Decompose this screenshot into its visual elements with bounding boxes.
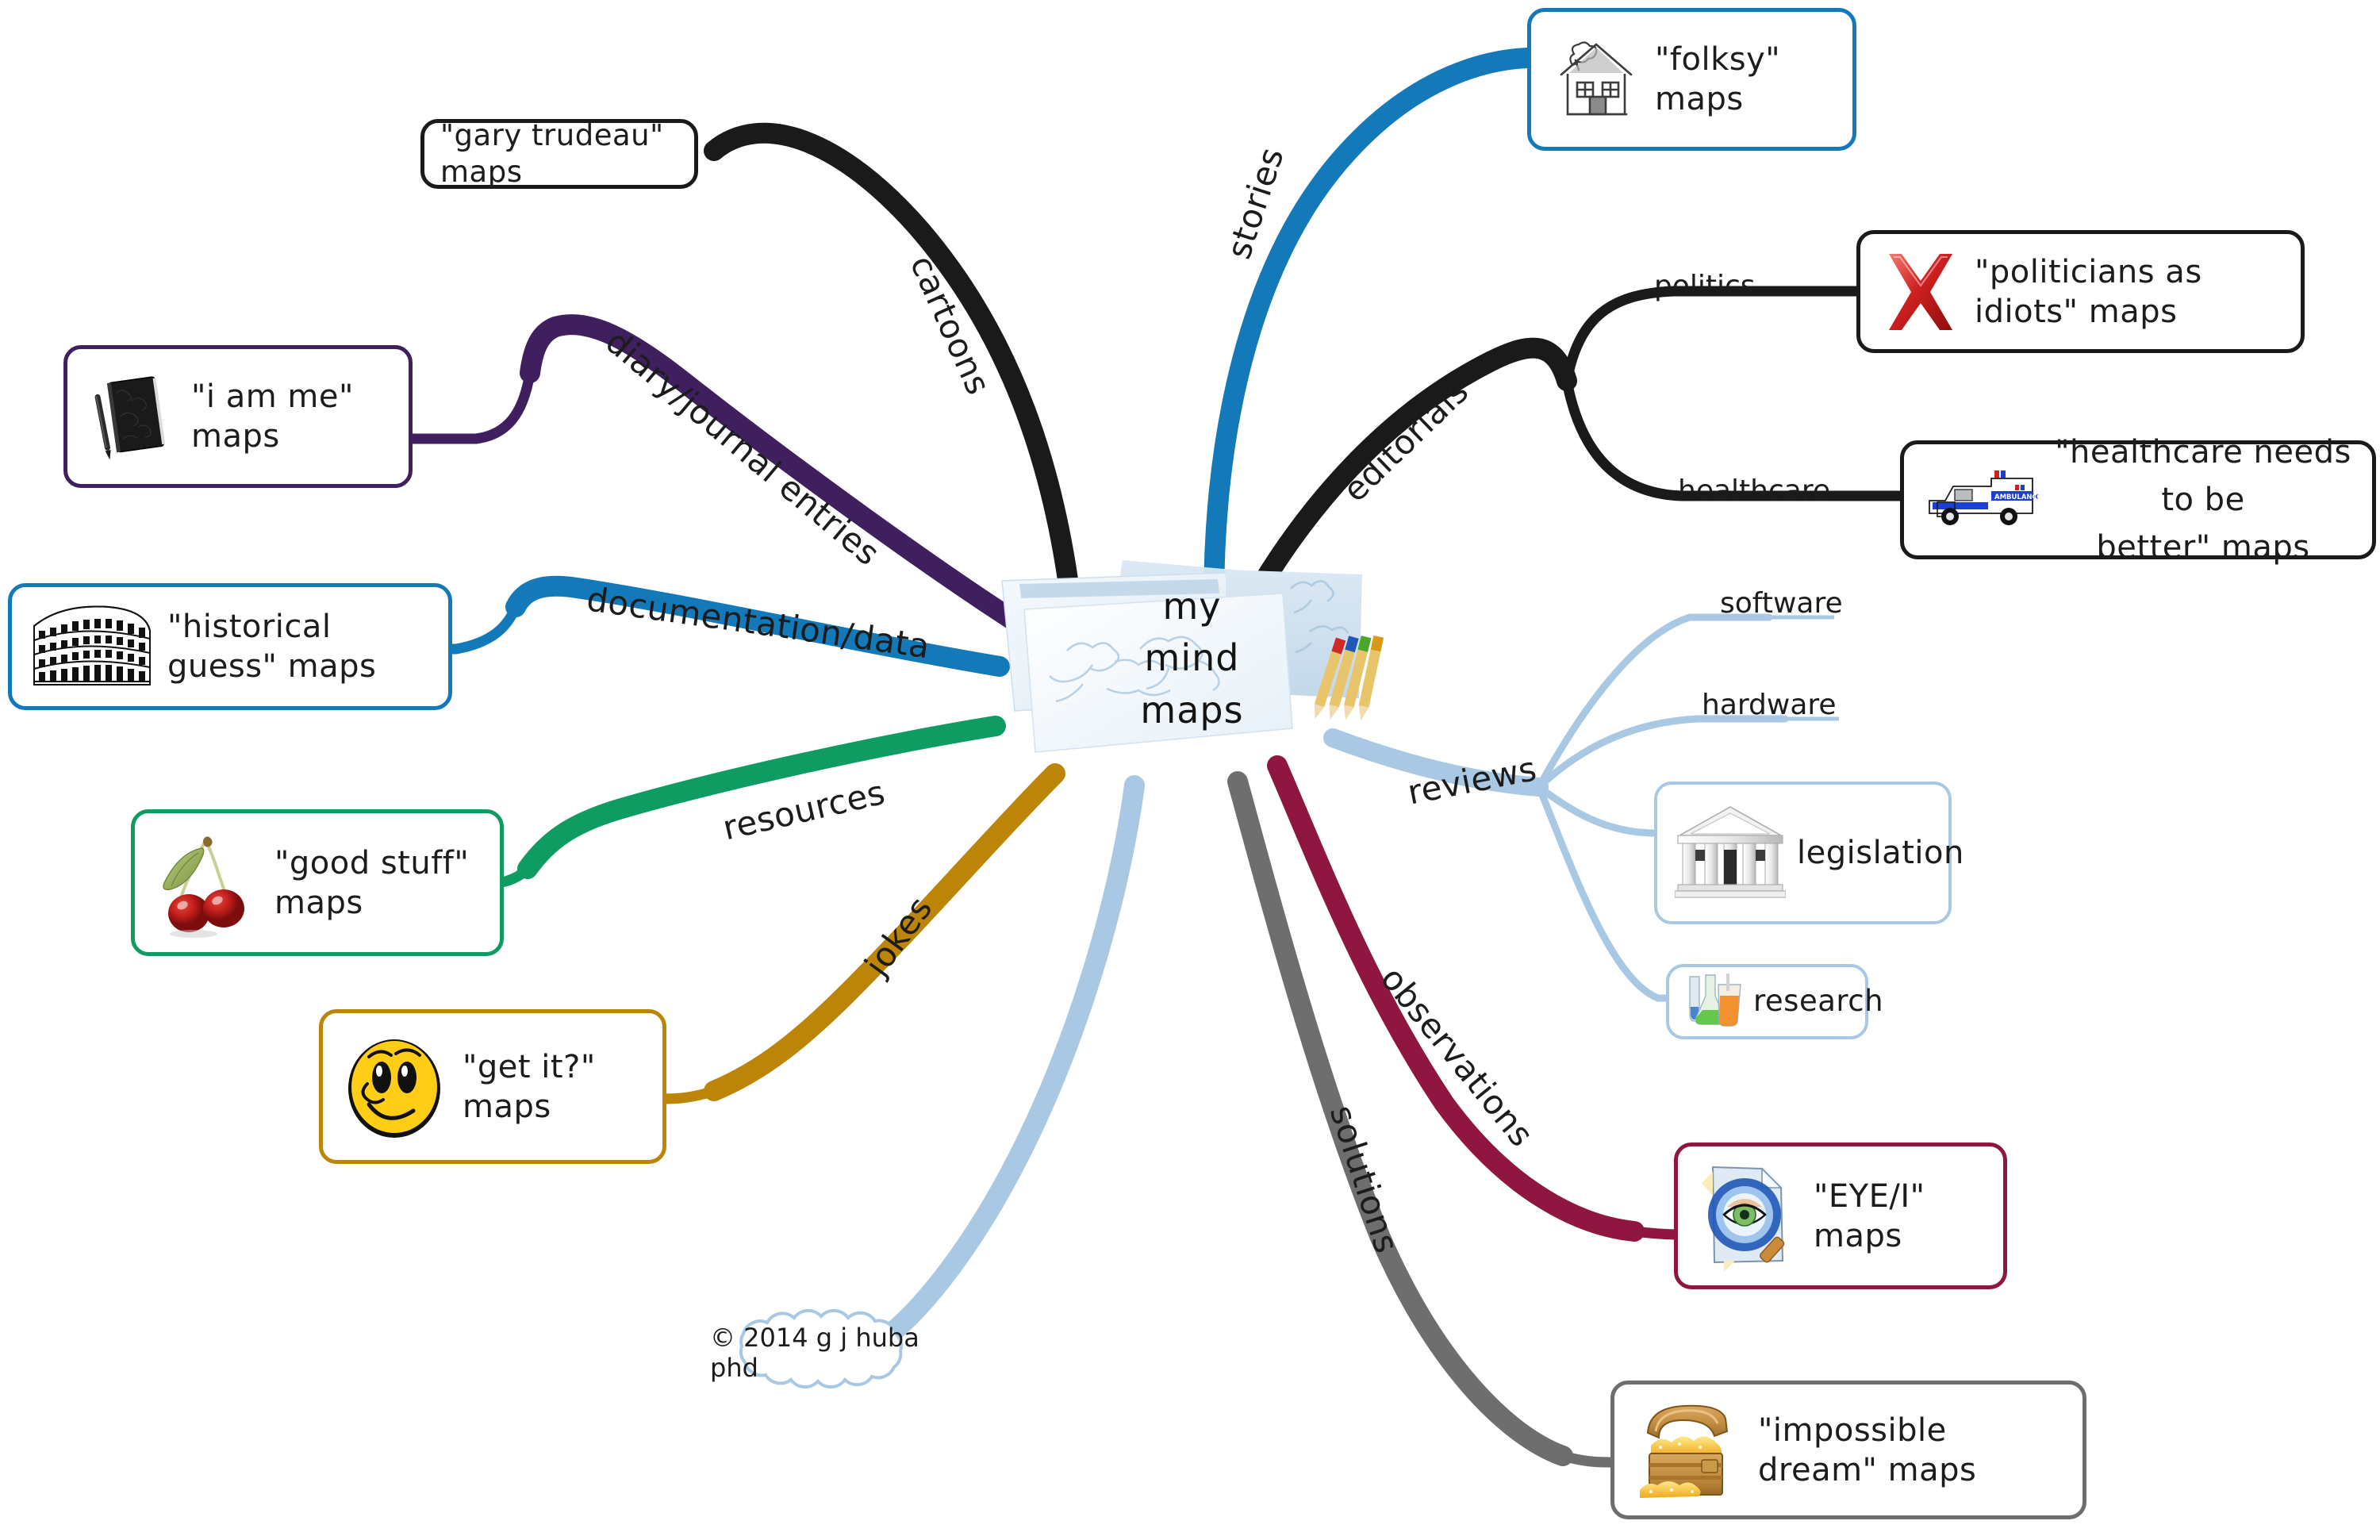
node-label-research: research (1753, 984, 1884, 1019)
node-label-gary-trudeau: "gary trudeau" maps (440, 117, 664, 189)
branch-path-diary-tail (407, 367, 536, 444)
ambulance-icon: AMBULANCE AMBULANCE (1929, 470, 2040, 525)
sub-branch-label-politics: politics (1654, 270, 1756, 302)
node-good-stuff-maps[interactable]: "good stuff" maps (131, 809, 504, 956)
treasure-chest-icon (1640, 1404, 1729, 1498)
branch-path-editorials (1227, 337, 1577, 637)
node-label-get-it: "get it?" maps (463, 1048, 596, 1125)
node-label-legislation: legislation (1797, 835, 1964, 871)
svg-text:AMBULANCE: AMBULANCE (1994, 493, 2040, 501)
node-research[interactable]: research (1666, 964, 1883, 1039)
node-label-eye-i: "EYE/I" maps (1814, 1177, 1925, 1254)
node-label-folksy: "folksy" maps (1655, 41, 1781, 117)
cherries-icon (163, 835, 244, 938)
branch-path-politics (1561, 286, 1862, 386)
node-label-copyright: © 2014 g j huba phd (710, 1323, 919, 1383)
branch-path-solutions-tail (1557, 1450, 1616, 1468)
sketched-house-icon (1560, 41, 1633, 116)
node-label-impossible-dream: "impossible dream" maps (1758, 1411, 1977, 1488)
sub-branch-label-hardware: hardware (1702, 689, 1837, 721)
node-eye-i-maps[interactable]: "EYE/I" maps (1674, 1143, 2007, 1289)
node-healthcare-needs-better-maps[interactable]: AMBULANCE AMBULANCE "healthcare needs to… (1900, 434, 2376, 566)
node-legislation[interactable]: legislation (1654, 782, 1964, 924)
node-gary-trudeau-maps[interactable]: "gary trudeau" maps (420, 117, 698, 189)
node-label-historical-guess: "historical guess" maps (167, 609, 377, 685)
branch-path-stories (1203, 48, 1537, 613)
branch-path-resources (517, 716, 1006, 879)
black-notebook-and-pen-icon (94, 376, 166, 460)
node-label-politicians: "politicians as idiots" maps (1975, 253, 2202, 330)
node-label-i-am-me: "i am me" maps (191, 378, 354, 455)
red-x-cross-icon (1889, 253, 1952, 330)
node-historical-guess-maps[interactable]: "historical guess" maps (8, 583, 452, 710)
branch-path-copyright (870, 775, 1145, 1351)
node-i-am-me-maps[interactable]: "i am me" maps (63, 345, 413, 488)
branch-path-observations (1267, 755, 1645, 1242)
mindmap-canvas: my mind maps stories editorials cartoons… (0, 0, 2380, 1540)
eye-magnifier-document-icon (1702, 1166, 1785, 1272)
node-politicians-as-idiots-maps[interactable]: "politicians as idiots" maps (1856, 230, 2305, 353)
node-label-healthcare-better: "healthcare needs to be better" maps (2055, 434, 2351, 566)
sub-branch-label-software: software (1720, 587, 1843, 620)
branch-path-documentation-tail (443, 601, 521, 655)
colosseum-icon (33, 605, 151, 686)
node-impossible-dream-maps[interactable]: "impossible dream" maps (1610, 1381, 2086, 1519)
smiley-face-icon (348, 1039, 440, 1138)
node-label-good-stuff: "good stuff" maps (274, 844, 470, 921)
node-folksy-maps[interactable]: "folksy" maps (1527, 8, 1856, 151)
node-get-it-maps[interactable]: "get it?" maps (319, 1009, 666, 1164)
node-copyright: © 2014 g j huba phd (710, 1305, 940, 1400)
sub-branch-label-healthcare: healthcare (1678, 474, 1830, 507)
bank-building-icon (1675, 805, 1786, 898)
beakers-flasks-icon (1689, 973, 1741, 1027)
